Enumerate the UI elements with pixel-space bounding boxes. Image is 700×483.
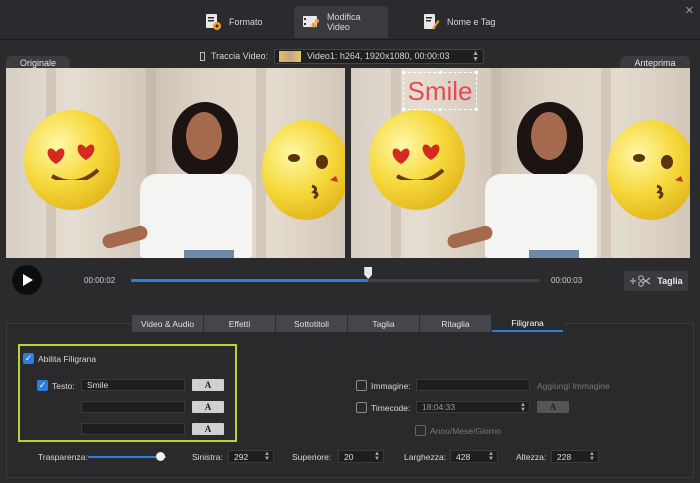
heart-eyes-balloon	[24, 110, 120, 210]
transparency-handle[interactable]	[155, 452, 165, 461]
play-icon	[23, 274, 33, 286]
cut-button-label: Taglia	[657, 276, 683, 286]
tab-edit-video-label: Modifica Video	[327, 12, 361, 32]
watermark-preview-text: Smile	[407, 75, 473, 106]
spinner-icon: ▲ ▼	[589, 451, 595, 462]
subtab-trim[interactable]: Taglia	[348, 315, 419, 332]
text-watermark-checkbox[interactable]: ✓	[37, 380, 48, 391]
width-value: 428	[456, 451, 471, 462]
subtab-crop[interactable]: Ritaglia	[420, 315, 491, 332]
format-icon	[204, 13, 222, 31]
watermark-text-box[interactable]: Smile	[402, 71, 478, 111]
track-label: Traccia Video:	[211, 51, 269, 61]
video-track-row: Traccia Video: Video1: h264, 1920x1080, …	[200, 48, 485, 64]
add-image-button[interactable]: Aggiungi Immagine	[537, 381, 610, 391]
play-button[interactable]	[12, 265, 42, 295]
date-checkbox[interactable]	[415, 425, 426, 436]
enable-watermark-checkbox[interactable]: ✓	[23, 353, 34, 364]
spinner-icon: ▲ ▼	[488, 451, 494, 462]
top-value: 20	[344, 451, 354, 462]
subtab-effects[interactable]: Effetti	[204, 315, 275, 332]
track-value: Video1: h264, 1920x1080, 00:00:03	[307, 51, 450, 61]
font-button[interactable]: A	[192, 379, 224, 391]
timecode-checkbox[interactable]	[356, 402, 367, 413]
spinner-icon: ▲ ▼	[520, 402, 526, 413]
top-tab-bar: Formato Modifica Video Nome e Tag ✕	[0, 0, 700, 40]
image-label: Immagine:	[371, 381, 411, 391]
transparency-label: Trasparenza:	[38, 452, 88, 462]
top-input[interactable]: 20 ▲ ▼	[338, 450, 384, 463]
track-icon	[200, 51, 205, 61]
tab-format[interactable]: Formato	[196, 6, 271, 38]
left-label: Sinistra:	[192, 452, 223, 462]
kiss-balloon	[262, 120, 345, 220]
left-value: 292	[234, 451, 249, 462]
chevron-updown-icon: ▲ ▼	[472, 49, 480, 63]
preview-video-frame: Smile	[351, 68, 690, 258]
image-watermark-checkbox[interactable]	[356, 380, 367, 391]
timecode-label: Timecode:	[371, 403, 411, 413]
date-label: Anno/Mese/Giorno	[430, 426, 501, 436]
original-video-frame	[6, 68, 345, 258]
transparency-slider[interactable]	[88, 452, 166, 461]
scissors-icon	[630, 275, 651, 287]
width-label: Larghezza:	[404, 452, 447, 462]
font-button-2[interactable]: A	[192, 401, 224, 413]
timecode-value: 18:04:33	[422, 402, 456, 412]
track-thumbnail	[279, 50, 302, 62]
edit-subtabs: Video & Audio Effetti Sottotitoli Taglia…	[132, 315, 563, 332]
height-label: Altezza:	[516, 452, 547, 462]
image-path-input[interactable]	[416, 379, 530, 391]
width-input[interactable]: 428 ▲ ▼	[450, 450, 498, 463]
height-value: 228	[557, 451, 572, 462]
current-time: 00:00:02	[84, 276, 116, 285]
timeline-slider[interactable]	[131, 267, 540, 282]
height-input[interactable]: 228 ▲ ▼	[551, 450, 599, 463]
subtab-subtitles[interactable]: Sottotitoli	[276, 315, 347, 332]
video-track-select[interactable]: Video1: h264, 1920x1080, 00:00:03 ▲ ▼	[274, 48, 485, 64]
tab-edit-video[interactable]: Modifica Video	[294, 6, 388, 38]
timeline-handle[interactable]	[364, 267, 373, 279]
close-icon[interactable]: ✕	[685, 4, 694, 17]
enable-watermark-label: Abilita Filigrana	[38, 354, 97, 364]
tag-edit-icon	[422, 13, 440, 31]
top-label: Superiore:	[292, 452, 332, 462]
tab-name-tag-label: Nome e Tag	[447, 17, 496, 27]
kiss-balloon	[607, 120, 690, 220]
spinner-icon: ▲ ▼	[264, 451, 270, 462]
tab-name-tag[interactable]: Nome e Tag	[414, 6, 503, 38]
timeline-progress	[131, 279, 369, 282]
tab-format-label: Formato	[229, 17, 263, 27]
subtab-watermark[interactable]: Filigrana	[492, 315, 563, 332]
left-input[interactable]: 292 ▲ ▼	[228, 450, 274, 463]
watermark-text-input-3[interactable]	[81, 423, 185, 435]
cut-button[interactable]: Taglia	[624, 271, 688, 291]
text-label: Testo:	[52, 381, 75, 391]
timecode-font-button[interactable]: A	[537, 401, 569, 413]
watermark-text-input-2[interactable]	[81, 401, 185, 413]
spinner-icon: ▲ ▼	[374, 451, 380, 462]
subtab-video-audio[interactable]: Video & Audio	[132, 315, 203, 332]
end-time: 00:00:03	[551, 276, 583, 285]
timecode-input[interactable]: 18:04:33 ▲ ▼	[416, 401, 530, 413]
watermark-text-input[interactable]: Smile	[81, 379, 185, 391]
heart-eyes-balloon	[369, 110, 465, 210]
edit-video-icon	[302, 13, 320, 31]
font-button-3[interactable]: A	[192, 423, 224, 435]
